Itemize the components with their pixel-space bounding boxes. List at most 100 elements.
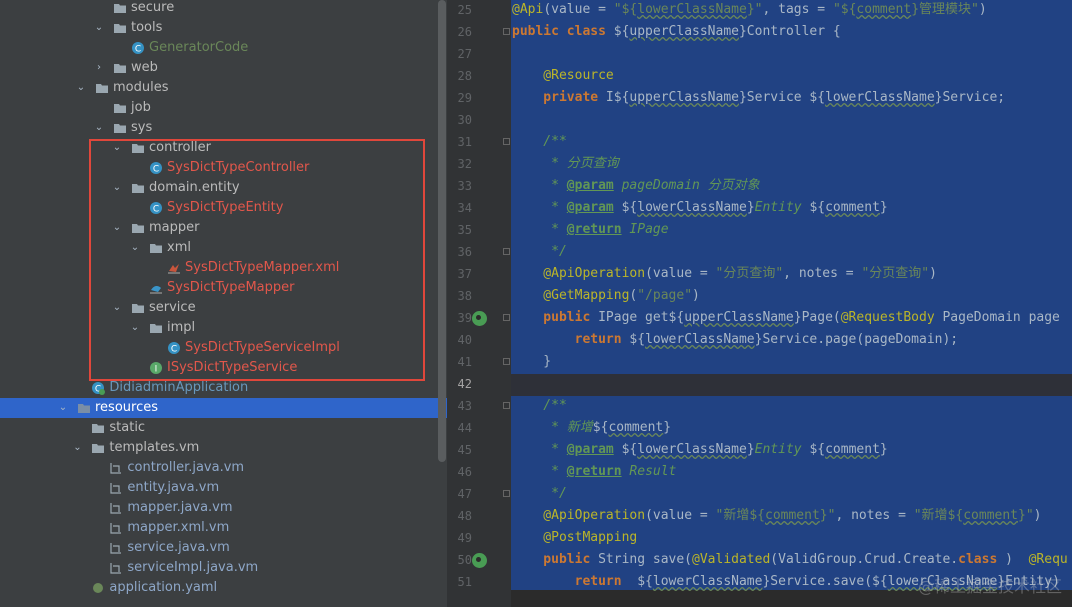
- fold-icon[interactable]: [503, 402, 510, 409]
- fold-icon[interactable]: [503, 314, 510, 321]
- code-line[interactable]: public IPage get${upperClassName}Page(@R…: [512, 307, 1060, 329]
- code-line[interactable]: }: [512, 351, 551, 373]
- chevron-down-icon[interactable]: ⌄: [57, 398, 69, 418]
- tree-item[interactable]: secure: [0, 0, 447, 18]
- code-line[interactable]: */: [512, 241, 567, 263]
- tree-item-label: serviceImpl.java.vm: [127, 560, 259, 575]
- tree-item[interactable]: ⌄ sys: [0, 118, 447, 138]
- tree-item[interactable]: job: [0, 98, 447, 118]
- code-line[interactable]: private I${upperClassName}Service ${lowe…: [512, 87, 1005, 109]
- code-token: }: [746, 442, 755, 457]
- code-line[interactable]: * @param ${lowerClassName}Entity ${comme…: [512, 439, 888, 461]
- code-editor[interactable]: 25 @Api(value = "${lowerClassName}", tags…: [447, 0, 1072, 607]
- tree-item[interactable]: ⌄ modules: [0, 78, 447, 98]
- code-token: I${: [605, 90, 630, 105]
- spring-bean-icon[interactable]: [472, 553, 487, 568]
- code-token: public: [512, 552, 599, 567]
- line-number: 30: [457, 113, 472, 127]
- code-token: comment: [825, 200, 880, 215]
- chevron-down-icon[interactable]: ⌄: [93, 18, 105, 38]
- chevron-down-icon[interactable]: ⌄: [71, 438, 83, 458]
- svg-text:C: C: [135, 45, 141, 55]
- line-number: 42: [457, 377, 472, 391]
- code-line[interactable]: * @param ${lowerClassName}Entity ${comme…: [512, 197, 888, 219]
- code-token: comment: [825, 442, 880, 457]
- chevron-down-icon[interactable]: ⌄: [75, 78, 87, 98]
- code-token: ${: [801, 200, 826, 215]
- code-line[interactable]: * @return Result: [512, 461, 676, 483]
- code-token: return: [512, 332, 630, 347]
- code-line[interactable]: public class ${upperClassName}Controller…: [512, 21, 841, 43]
- code-token: pageDomain 分页对象: [613, 178, 760, 193]
- spring-bean-icon[interactable]: [472, 311, 487, 326]
- chevron-down-icon[interactable]: ⌄: [93, 118, 105, 138]
- code-line[interactable]: */: [512, 483, 567, 505]
- line-number: 29: [457, 91, 472, 105]
- tree-item[interactable]: › web: [0, 58, 447, 78]
- code-token: lowerClassName: [645, 332, 755, 347]
- code-token: , tags =: [762, 2, 833, 17]
- line-number: 28: [457, 69, 472, 83]
- code-token: public: [512, 310, 599, 325]
- code-token: ${: [613, 200, 638, 215]
- code-token: @Resource: [512, 68, 614, 83]
- code-token: @GetMapping: [512, 288, 630, 303]
- code-line[interactable]: * 分页查询: [512, 153, 619, 175]
- code-token: ${: [592, 420, 609, 435]
- code-line[interactable]: @ApiOperation(value = "分页查询", notes = "分…: [512, 263, 937, 285]
- line-number: 36: [457, 245, 472, 259]
- code-token: String save(: [598, 552, 693, 567]
- code-line[interactable]: * @param pageDomain 分页对象: [512, 175, 760, 197]
- tree-item[interactable]: entity.java.vm: [0, 478, 447, 498]
- line-number: 44: [457, 421, 472, 435]
- tree-item[interactable]: application.yaml: [0, 578, 447, 598]
- tree-item-label: application.yaml: [109, 580, 218, 595]
- code-token: Entity: [754, 200, 802, 215]
- code-line[interactable]: /**: [512, 131, 567, 153]
- project-tree[interactable]: secure ⌄ tools C GeneratorCode › web ⌄ modules jo…: [0, 0, 447, 607]
- tree-item[interactable]: ⌄ tools: [0, 18, 447, 38]
- tree-item[interactable]: controller.java.vm: [0, 458, 447, 478]
- code-token: @param: [566, 200, 614, 215]
- code-line[interactable]: * 新增${comment}: [512, 417, 671, 439]
- tree-item-label: controller.java.vm: [127, 460, 245, 475]
- chevron-right-icon[interactable]: ›: [93, 58, 105, 78]
- tree-item[interactable]: ⌄ resources: [0, 398, 447, 418]
- code-token: private: [512, 90, 606, 105]
- fold-icon[interactable]: [503, 248, 510, 255]
- code-token: @Requ: [1028, 552, 1068, 567]
- code-line[interactable]: @GetMapping("/page"): [512, 285, 700, 307]
- tree-item[interactable]: static: [0, 418, 447, 438]
- code-line[interactable]: @Api(value = "${lowerClassName}", tags =…: [512, 0, 987, 21]
- tree-item[interactable]: service.java.vm: [0, 538, 447, 558]
- code-token: /**: [512, 398, 567, 413]
- code-token: Result: [621, 464, 677, 479]
- code-line[interactable]: /**: [512, 395, 567, 417]
- fold-icon[interactable]: [503, 28, 510, 35]
- code-line[interactable]: @PostMapping: [512, 527, 637, 549]
- tree-item[interactable]: serviceImpl.java.vm: [0, 558, 447, 578]
- code-line[interactable]: return ${lowerClassName}Service.page(pag…: [512, 329, 959, 351]
- fold-icon[interactable]: [503, 138, 510, 145]
- tree-scrollbar[interactable]: [438, 0, 446, 462]
- fold-icon[interactable]: [503, 358, 510, 365]
- tree-item[interactable]: mapper.java.vm: [0, 498, 447, 518]
- tree-item[interactable]: mapper.xml.vm: [0, 518, 447, 538]
- tree-item-label: secure: [131, 0, 175, 15]
- tree-item[interactable]: C DidiadminApplication: [0, 378, 447, 398]
- tree-item[interactable]: ⌄ templates.vm: [0, 438, 447, 458]
- code-line[interactable]: @ApiOperation(value = "新增${comment}", no…: [512, 505, 1041, 527]
- code-token: }": [819, 508, 836, 523]
- line-number: 43: [457, 399, 472, 413]
- fold-icon[interactable]: [503, 490, 510, 497]
- code-token: comment: [963, 508, 1019, 523]
- code-token: lowerClassName: [652, 574, 763, 589]
- vm-icon: [109, 501, 123, 515]
- code-line[interactable]: * @return IPage: [512, 219, 668, 241]
- tree-item[interactable]: C GeneratorCode: [0, 38, 447, 58]
- vm-icon: [109, 541, 123, 555]
- code-token: }Service.page(pageDomain);: [754, 332, 959, 347]
- code-line[interactable]: public String save(@Validated(ValidGroup…: [512, 549, 1068, 571]
- code-token: PageDomain page: [942, 310, 1060, 325]
- code-line[interactable]: @Resource: [512, 65, 614, 87]
